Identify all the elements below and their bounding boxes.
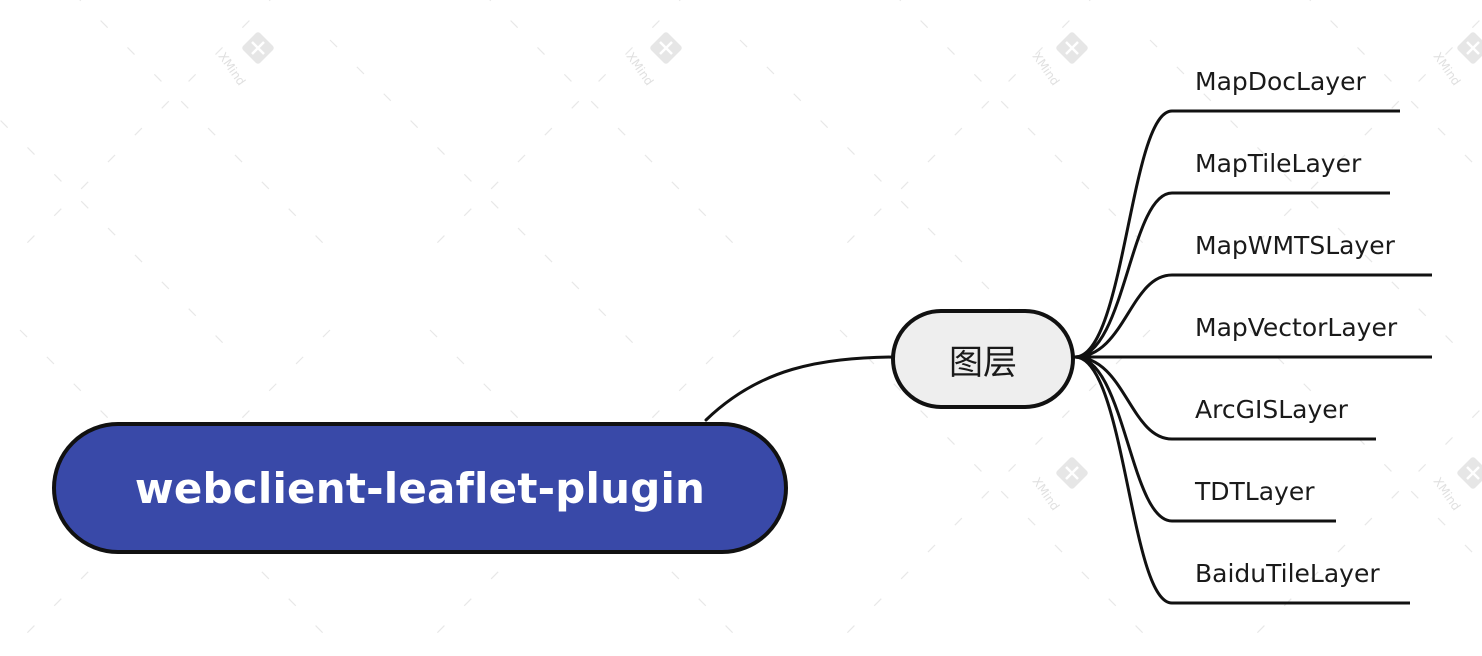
subtopic-node[interactable]: MapDocLayer <box>1195 65 1366 99</box>
xmind-x-logo-icon: XMind <box>216 32 274 88</box>
watermark-line <box>1249 17 1482 251</box>
watermark-line <box>79 0 331 251</box>
subtopic-node[interactable]: MapTileLayer <box>1195 147 1361 181</box>
subtopic-node[interactable]: TDTLayer <box>1195 475 1315 509</box>
xmind-x-logo-icon: XMind <box>1030 457 1088 513</box>
subtopic-connector <box>1073 191 1174 359</box>
watermark-line <box>329 39 641 351</box>
watermark-brand-text: XMind <box>624 50 657 88</box>
watermark-line <box>19 0 271 251</box>
watermark-brand-text: XMind <box>1431 475 1464 513</box>
watermark-line <box>489 0 741 251</box>
watermark-line <box>429 0 681 251</box>
root-topic-label: webclient-leaflet-plugin <box>134 463 706 513</box>
subtopic-node[interactable]: MapVectorLayer <box>1195 311 1397 345</box>
subtopic-node[interactable]: MapWMTSLayer <box>1195 229 1395 263</box>
watermark-brand-text: XMind <box>216 50 249 88</box>
subtopic-node[interactable]: ArcGISLayer <box>1195 393 1348 427</box>
root-to-main-connector <box>704 355 895 422</box>
xmind-x-logo-icon: XMind <box>1431 32 1482 88</box>
xmind-x-logo-icon: XMind <box>1030 32 1088 88</box>
watermark-line <box>0 119 231 351</box>
subtopic-connector <box>1073 355 1174 523</box>
subtopic-node[interactable]: BaiduTileLayer <box>1195 557 1380 591</box>
watermark-brand-text: XMind <box>1030 50 1063 88</box>
main-topic-label: 图层 <box>949 342 1017 383</box>
watermark-line <box>899 0 1151 251</box>
main-topic-layers[interactable]: 图层 <box>891 309 1075 409</box>
watermark-brand-text: XMind <box>1431 50 1464 88</box>
xmind-x-logo-icon: XMind <box>624 32 682 88</box>
xmind-x-logo-icon: XMind <box>1431 457 1482 513</box>
watermark-line <box>739 39 1051 351</box>
watermark-line <box>839 0 1091 251</box>
root-topic[interactable]: webclient-leaflet-plugin <box>52 422 788 554</box>
watermark-line <box>1309 0 1482 173</box>
watermark-brand-text: XMind <box>1030 475 1063 513</box>
